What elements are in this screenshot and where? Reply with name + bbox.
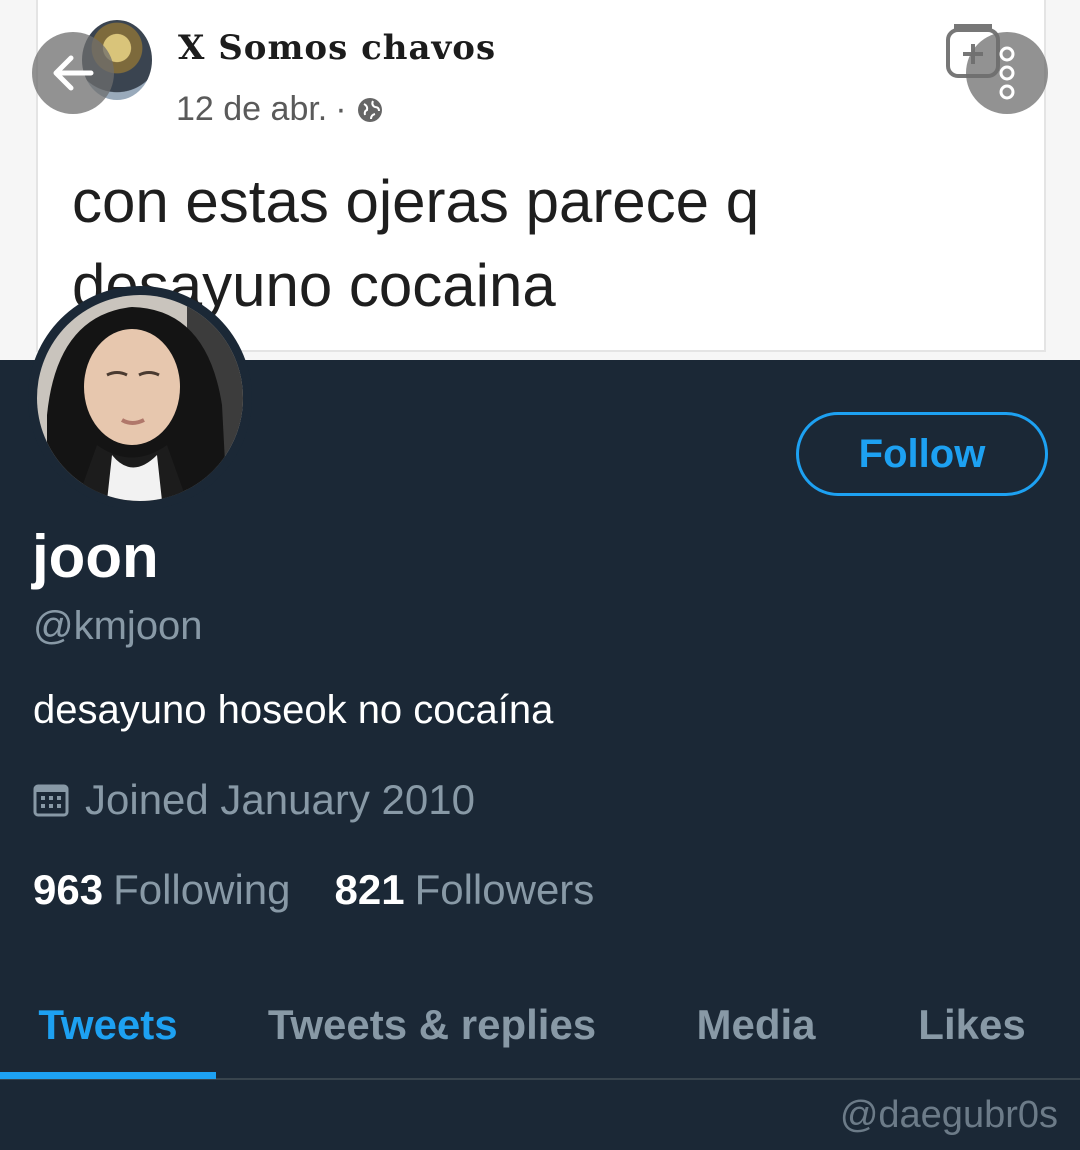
active-tab-indicator <box>0 1072 216 1079</box>
following-label: Following <box>113 866 291 913</box>
follow-button[interactable]: Follow <box>796 412 1048 496</box>
calendar-icon <box>33 784 69 817</box>
followers-label: Followers <box>414 866 595 913</box>
profile-bio: desayuno hoseok no cocaína <box>33 688 554 732</box>
banner-post-author: X Somos chavos <box>178 28 497 68</box>
back-button[interactable] <box>32 32 114 114</box>
following-stat[interactable]: 963 Following <box>33 866 291 914</box>
tab-media[interactable]: Media <box>648 970 864 1080</box>
follow-stats: 963 Following 821 Followers <box>33 866 594 914</box>
joined-label: Joined January 2010 <box>85 776 475 823</box>
banner-post-meta: 12 de abr. · <box>176 90 385 129</box>
banner-post-separator: · <box>335 90 347 128</box>
banner-post-text: con estas ojeras parece q desayuno cocai… <box>72 168 760 319</box>
arrow-left-icon <box>53 55 94 91</box>
globe-icon <box>357 97 382 122</box>
banner-post-date: 12 de abr. <box>176 90 328 128</box>
user-handle: @kmjoon <box>33 604 203 648</box>
tab-tweets-replies[interactable]: Tweets & replies <box>216 970 648 1080</box>
watermark: @daegubr0s <box>839 1094 1058 1136</box>
display-name: joon <box>32 523 159 590</box>
tab-likes[interactable]: Likes <box>864 970 1080 1080</box>
following-count: 963 <box>33 866 104 913</box>
profile-tabs: Tweets Tweets & replies Media Likes <box>0 970 1080 1080</box>
followers-count: 821 <box>334 866 405 913</box>
followers-stat[interactable]: 821 Followers <box>335 866 595 914</box>
avatar-photo <box>37 295 243 501</box>
joined-date: Joined January 2010 <box>33 776 475 824</box>
more-options-button[interactable] <box>966 32 1048 114</box>
profile-avatar[interactable] <box>28 286 252 510</box>
tab-tweets[interactable]: Tweets <box>0 970 216 1080</box>
more-vertical-icon <box>999 46 1015 100</box>
